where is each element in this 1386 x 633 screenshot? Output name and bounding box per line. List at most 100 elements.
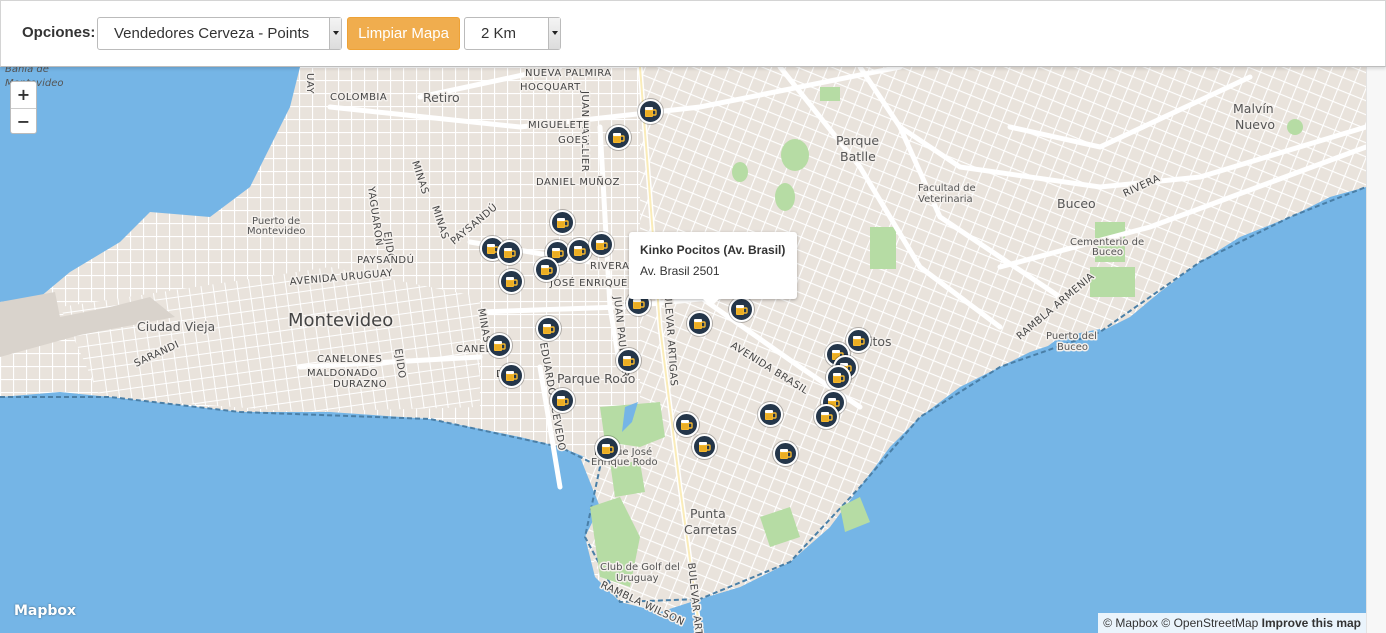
svg-text:Malvín: Malvín xyxy=(1233,101,1274,116)
svg-text:Punta: Punta xyxy=(690,506,726,521)
beer-vendor-marker[interactable] xyxy=(595,436,620,461)
svg-text:RIVERA: RIVERA xyxy=(590,261,629,272)
zoom-control: + − xyxy=(10,81,37,134)
beer-vendor-marker[interactable] xyxy=(846,328,871,353)
map-basemap: Bahía de Montevideo COLOMBIA Retiro NUEV… xyxy=(0,67,1386,633)
radius-select[interactable]: 2 Km xyxy=(464,17,561,50)
beer-mug-icon xyxy=(573,244,586,257)
svg-text:UAY: UAY xyxy=(304,73,315,94)
map-canvas[interactable]: Bahía de Montevideo COLOMBIA Retiro NUEV… xyxy=(0,67,1386,633)
svg-text:Bahía de: Bahía de xyxy=(5,67,49,75)
beer-vendor-marker[interactable] xyxy=(758,402,783,427)
svg-text:DURAZNO: DURAZNO xyxy=(333,379,387,390)
beer-mug-icon xyxy=(556,394,569,407)
svg-text:JOSÉ ENRIQUE R: JOSÉ ENRIQUE R xyxy=(549,276,639,289)
beer-vendor-marker[interactable] xyxy=(536,316,561,341)
beer-vendor-marker[interactable] xyxy=(773,441,798,466)
beer-vendor-marker[interactable] xyxy=(814,404,839,429)
beer-vendor-marker[interactable] xyxy=(589,232,614,257)
map-attribution: © Mapbox © OpenStreetMap Improve this ma… xyxy=(1098,613,1366,633)
beer-vendor-marker[interactable] xyxy=(606,125,631,150)
chevron-down-icon xyxy=(548,18,560,49)
beer-mug-icon xyxy=(693,317,706,330)
clear-map-button[interactable]: Limpiar Mapa xyxy=(347,17,460,50)
beer-vendor-marker[interactable] xyxy=(499,363,524,388)
beer-mug-icon xyxy=(644,105,657,118)
beer-vendor-marker[interactable] xyxy=(497,240,522,265)
svg-text:Buceo: Buceo xyxy=(1057,342,1088,353)
svg-text:JUAN PAULLIER: JUAN PAULLIER xyxy=(579,90,590,172)
improve-map-link[interactable]: Improve this map xyxy=(1262,616,1361,630)
beer-mug-icon xyxy=(505,369,518,382)
marker-popup: Kinko Pocitos (Av. Brasil) Av. Brasil 25… xyxy=(629,232,797,307)
svg-text:Parque: Parque xyxy=(836,133,879,148)
layer-select-value: Vendedores Cerveza - Points xyxy=(114,25,310,42)
beer-vendor-marker[interactable] xyxy=(638,99,663,124)
beer-mug-icon xyxy=(540,263,553,276)
beer-mug-icon xyxy=(551,246,564,259)
svg-text:DANIEL MUÑOZ: DANIEL MUÑOZ xyxy=(536,175,620,188)
svg-text:Carretas: Carretas xyxy=(684,522,737,537)
beer-mug-icon xyxy=(612,131,625,144)
beer-mug-icon xyxy=(832,371,845,384)
svg-text:Veterinaria: Veterinaria xyxy=(918,194,973,205)
radius-select-value: 2 Km xyxy=(481,25,517,42)
beer-vendor-marker[interactable] xyxy=(674,412,699,437)
attribution-osm-link[interactable]: © OpenStreetMap xyxy=(1161,616,1258,630)
beer-vendor-marker[interactable] xyxy=(534,257,559,282)
beer-vendor-marker[interactable] xyxy=(616,348,641,373)
beer-mug-icon xyxy=(820,410,833,423)
beer-mug-icon xyxy=(764,408,777,421)
svg-text:CANELONES: CANELONES xyxy=(317,354,382,365)
zoom-out-button[interactable]: − xyxy=(11,108,36,134)
svg-text:Buceo: Buceo xyxy=(1092,247,1123,258)
svg-text:MIGUELETE: MIGUELETE xyxy=(528,120,590,131)
mapbox-logo[interactable]: Mapbox xyxy=(14,603,76,619)
svg-text:GOES: GOES xyxy=(558,135,588,146)
beer-mug-icon xyxy=(698,440,711,453)
svg-text:itos: itos xyxy=(869,334,892,349)
beer-mug-icon xyxy=(622,354,635,367)
layer-select[interactable]: Vendedores Cerveza - Points xyxy=(97,17,342,50)
svg-text:NUEVA PALMIRA: NUEVA PALMIRA xyxy=(525,68,612,79)
svg-text:Retiro: Retiro xyxy=(423,90,460,105)
beer-vendor-marker[interactable] xyxy=(687,311,712,336)
svg-text:MALDONADO: MALDONADO xyxy=(307,368,378,379)
chevron-down-icon xyxy=(329,18,341,49)
svg-text:HOCQUART: HOCQUART xyxy=(520,82,581,93)
svg-text:PAYSANDÚ: PAYSANDÚ xyxy=(357,253,414,266)
popup-title: Kinko Pocitos (Av. Brasil) xyxy=(640,243,786,257)
beer-vendor-marker[interactable] xyxy=(729,297,754,322)
svg-text:Montevideo: Montevideo xyxy=(288,310,393,331)
beer-mug-icon xyxy=(779,447,792,460)
beer-mug-icon xyxy=(556,216,569,229)
popup-address: Av. Brasil 2501 xyxy=(640,264,720,278)
beer-mug-icon xyxy=(735,303,748,316)
beer-mug-icon xyxy=(542,322,555,335)
beer-mug-icon xyxy=(505,275,518,288)
attribution-mapbox-link[interactable]: © Mapbox xyxy=(1103,616,1158,630)
svg-text:Nuevo: Nuevo xyxy=(1235,117,1275,132)
beer-mug-icon xyxy=(601,442,614,455)
beer-vendor-marker[interactable] xyxy=(826,365,851,390)
svg-text:Montevideo: Montevideo xyxy=(247,226,305,237)
beer-mug-icon xyxy=(595,238,608,251)
beer-mug-icon xyxy=(493,339,506,352)
options-label: Opciones: xyxy=(22,24,96,41)
beer-vendor-marker[interactable] xyxy=(499,269,524,294)
scrollbar[interactable] xyxy=(1366,67,1386,633)
beer-vendor-marker[interactable] xyxy=(550,210,575,235)
beer-vendor-marker[interactable] xyxy=(692,434,717,459)
svg-text:Uruguay: Uruguay xyxy=(616,573,659,584)
svg-text:Puerto del: Puerto del xyxy=(1046,331,1097,342)
beer-vendor-marker[interactable] xyxy=(487,333,512,358)
beer-mug-icon xyxy=(680,418,693,431)
svg-text:COLOMBIA: COLOMBIA xyxy=(330,92,387,103)
toolbar: Opciones: Vendedores Cerveza - Points Li… xyxy=(0,0,1386,67)
beer-vendor-marker[interactable] xyxy=(550,388,575,413)
svg-text:Buceo: Buceo xyxy=(1057,196,1096,211)
beer-mug-icon xyxy=(852,334,865,347)
svg-text:Batlle: Batlle xyxy=(840,149,876,164)
zoom-in-button[interactable]: + xyxy=(11,82,36,108)
beer-mug-icon xyxy=(503,246,516,259)
